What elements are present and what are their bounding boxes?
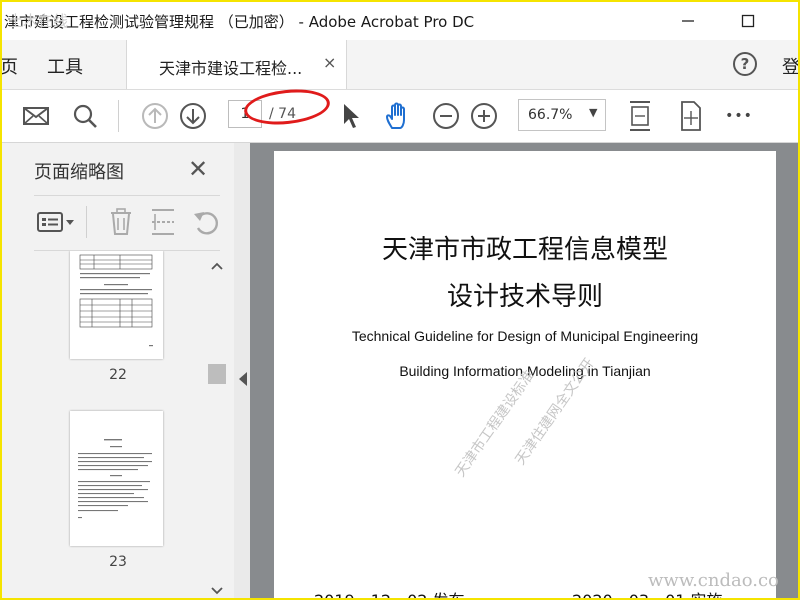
trash-icon <box>111 208 131 235</box>
thumbnail-scrollbar[interactable] <box>208 251 226 598</box>
zoom-in-icon <box>471 103 497 129</box>
zoom-out-button[interactable] <box>430 100 462 132</box>
undo-icon <box>194 212 219 235</box>
scrollbar-thumb[interactable] <box>208 364 226 384</box>
prev-page-button[interactable] <box>139 100 171 132</box>
document-title-cn-line1: 天津市市政工程信息模型 <box>381 235 668 265</box>
rotate-view-icon <box>681 101 701 131</box>
search-icon <box>73 104 97 128</box>
next-page-icon <box>180 103 206 129</box>
options-dropdown[interactable] <box>36 208 76 236</box>
undo-button[interactable] <box>192 208 220 240</box>
fit-page-button[interactable] <box>624 100 656 132</box>
sign-in-button[interactable]: 登 <box>782 53 798 79</box>
select-pointer-icon <box>344 104 359 128</box>
scroll-up-icon[interactable] <box>208 259 226 273</box>
next-page-button[interactable] <box>177 100 209 132</box>
page-thumbnail-22[interactable] <box>70 251 163 359</box>
zoom-out-icon <box>433 103 459 129</box>
page-thumbnail-23[interactable] <box>70 411 163 546</box>
minimize-icon <box>682 20 694 22</box>
panel-close-button[interactable]: ✕ <box>188 155 208 183</box>
delete-page-button[interactable] <box>108 208 134 240</box>
search-button[interactable] <box>69 100 101 132</box>
fit-page-icon <box>630 101 650 131</box>
panel-toolbar <box>34 195 220 251</box>
toolbar: 1 / 74 66.7% ▼ ••• <box>2 90 798 143</box>
minimize-button[interactable] <box>674 8 702 34</box>
menu-tools[interactable]: 工具 <box>47 53 83 79</box>
title-bar: 津市建设工程检测试验管理规程 （已加密） - Adobe Acrobat Pro… <box>2 2 798 40</box>
document-page: 天津市市政工程信息模型 设计技术导则 Technical Guideline f… <box>274 151 776 598</box>
corner-watermark: 土木在线 <box>8 12 69 30</box>
page-total: / 74 <box>269 106 296 122</box>
select-tool-button[interactable] <box>334 100 366 132</box>
mail-icon <box>23 107 49 125</box>
page-thumbnails-panel: 页面缩略图 ✕ 22 23 <box>2 143 235 598</box>
more-icon[interactable]: ••• <box>723 100 755 132</box>
mail-button[interactable] <box>20 100 52 132</box>
panel-divider <box>86 206 87 238</box>
publish-date: 2019－12－02 发布 <box>314 587 465 598</box>
thumbnail-content <box>78 439 152 519</box>
panel-collapse-handle[interactable] <box>234 143 250 598</box>
document-tab-label: 天津市建设工程检... <box>159 59 303 78</box>
page-number-input[interactable]: 1 <box>228 100 262 128</box>
hand-tool-button[interactable] <box>382 100 414 132</box>
site-watermark: www.cndao.co <box>648 570 779 591</box>
zoom-in-button[interactable] <box>468 100 500 132</box>
maximize-icon <box>741 14 755 28</box>
thumbnail-label-23: 23 <box>109 554 127 570</box>
prev-page-icon <box>142 103 168 129</box>
panel-title: 页面缩略图 <box>34 162 124 183</box>
menu-home[interactable]: 页 <box>2 53 18 79</box>
extract-icon <box>152 209 174 235</box>
window-title: 津市建设工程检测试验管理规程 （已加密） - Adobe Acrobat Pro… <box>4 13 475 31</box>
app-window: 津市建设工程检测试验管理规程 （已加密） - Adobe Acrobat Pro… <box>0 0 800 600</box>
hand-tool-icon <box>386 102 405 129</box>
extract-page-button[interactable] <box>150 208 176 240</box>
thumbnail-label-22: 22 <box>109 367 127 383</box>
zoom-value: 66.7% <box>528 107 573 123</box>
thumbnail-list: 22 23 <box>34 251 208 598</box>
document-title-cn-line2: 设计技术导则 <box>446 282 603 312</box>
scroll-down-icon[interactable] <box>208 584 226 598</box>
document-viewer[interactable]: 天津市市政工程信息模型 设计技术导则 Technical Guideline f… <box>250 143 798 598</box>
help-icon[interactable]: ? <box>733 52 757 76</box>
chevron-down-icon: ▼ <box>589 106 598 119</box>
menu-tab-bar: 页 工具 天津市建设工程检... × ? 登 <box>2 40 798 90</box>
document-title-en-line1: Technical Guideline for Design of Munici… <box>351 328 699 344</box>
zoom-level-select[interactable]: 66.7% ▼ <box>518 99 606 131</box>
rotate-view-button[interactable] <box>674 100 706 132</box>
toolbar-divider <box>118 100 119 132</box>
document-tab[interactable]: 天津市建设工程检... × <box>126 40 347 89</box>
list-options-icon <box>37 212 74 232</box>
thumbnail-content <box>79 254 153 347</box>
maximize-button[interactable] <box>734 8 762 34</box>
tab-close-button[interactable]: × <box>323 53 336 72</box>
